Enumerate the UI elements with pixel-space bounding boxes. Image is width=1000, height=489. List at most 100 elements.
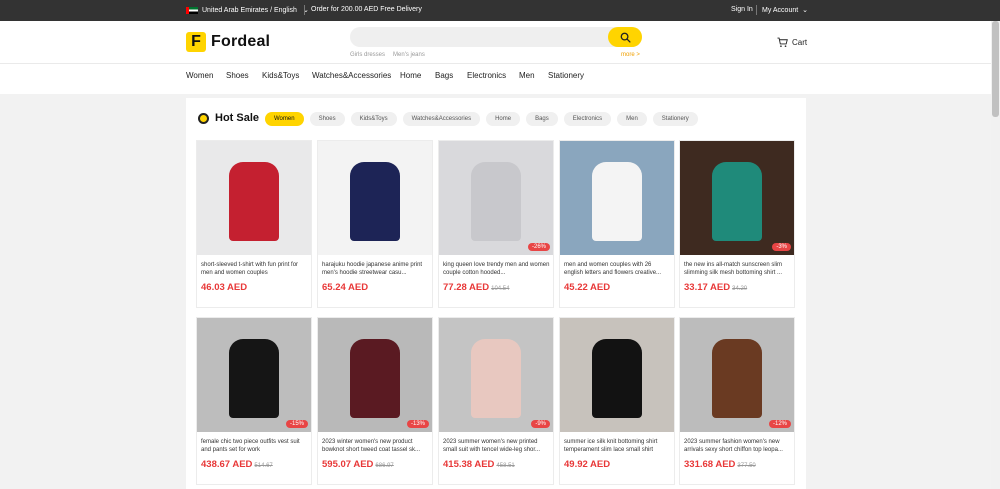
product-title: female chic two piece outfits vest suit …: [201, 439, 300, 453]
free-delivery-promo: Order for 200.00 AED Free Delivery: [311, 6, 422, 13]
tab-men[interactable]: Men: [617, 112, 647, 126]
product-price: 438.67 AED 514.67: [201, 459, 273, 470]
product-price: 415.38 AED 458.51: [443, 459, 515, 470]
product-image: -3%: [680, 141, 794, 255]
product-card[interactable]: -12% 2023 summer fashion women's new arr…: [679, 317, 795, 485]
product-image: -12%: [680, 318, 794, 432]
product-title: 2023 winter women's new product bowknot …: [322, 439, 421, 453]
product-title: short-sleeved t-shirt with fun print for…: [201, 262, 299, 276]
more-link[interactable]: more >: [621, 52, 640, 58]
current-price: 415.38 AED: [443, 459, 495, 470]
region-language-selector[interactable]: United Arab Emirates / English ⌄: [186, 6, 309, 14]
original-price: 458.51: [496, 463, 515, 469]
discount-badge: -15%: [285, 420, 308, 428]
cart-label: Cart: [792, 38, 808, 47]
product-card[interactable]: harajuku hoodie japanese anime print men…: [317, 140, 433, 308]
product-image: [318, 141, 432, 255]
tab-electronics[interactable]: Electronics: [563, 112, 612, 126]
current-price: 45.22 AED: [564, 282, 611, 293]
category-nav: Women Shoes Kids&Toys Watches&Accessorie…: [0, 63, 1000, 94]
product-card[interactable]: -9% 2023 summer women's new printed smal…: [438, 317, 554, 485]
current-price: 33.17 AED: [684, 282, 731, 293]
tab-home[interactable]: Home: [486, 112, 521, 126]
nav-item-bags[interactable]: Bags: [435, 71, 453, 80]
product-card[interactable]: -3% the new ins all-match sunscreen slim…: [679, 140, 795, 308]
nav-item-watches-accessories[interactable]: Watches&Accessories: [312, 71, 391, 80]
hot-sale-title: Hot Sale: [215, 112, 260, 124]
original-price: 34.20: [732, 286, 748, 292]
product-garment-shape: [349, 338, 401, 419]
tab-watches-accessories[interactable]: Watches&Accessories: [402, 112, 481, 126]
product-garment-shape: [591, 161, 643, 242]
current-price: 65.24 AED: [322, 282, 369, 293]
region-label: United Arab Emirates / English: [202, 6, 297, 14]
current-price: 331.68 AED: [684, 459, 736, 470]
sign-in-link[interactable]: Sign In: [731, 6, 753, 13]
product-card[interactable]: -13% 2023 winter women's new product bow…: [317, 317, 433, 485]
search-button[interactable]: [608, 27, 642, 47]
product-image: -13%: [318, 318, 432, 432]
nav-item-kids-toys[interactable]: Kids&Toys: [262, 71, 299, 80]
uae-flag-icon: [186, 6, 198, 14]
product-price: 331.68 AED 377.50: [684, 459, 756, 470]
product-card[interactable]: summer ice silk knit bottoming shirt tem…: [559, 317, 675, 485]
nav-item-men[interactable]: Men: [519, 71, 535, 80]
hot-word-link[interactable]: Girls dresses: [350, 52, 385, 58]
hot-sale-heading: Hot Sale: [198, 112, 259, 124]
product-title: 2023 summer women's new printed small su…: [443, 439, 541, 453]
hot-sale-panel: Hot Sale Women Shoes Kids&Toys Watches&A…: [186, 98, 806, 489]
product-card[interactable]: men and women couples with 26 english le…: [559, 140, 675, 308]
divider: [756, 5, 757, 15]
product-image: [197, 141, 311, 255]
product-price: 46.03 AED: [201, 282, 247, 293]
site-header: F Fordeal Girls dresses Men's jeans more…: [0, 21, 1000, 63]
my-account-menu[interactable]: My Account ⌄: [762, 6, 808, 14]
hot-sale-category-tabs: Women Shoes Kids&Toys Watches&Accessorie…: [265, 112, 698, 126]
scrollbar-thumb[interactable]: [992, 21, 999, 117]
product-image: -9%: [439, 318, 553, 432]
nav-item-electronics[interactable]: Electronics: [467, 71, 506, 80]
logo-text: Fordeal: [211, 33, 271, 50]
product-price: 49.92 AED: [564, 459, 610, 470]
product-garment-shape: [470, 338, 522, 419]
current-price: 77.28 AED: [443, 282, 490, 293]
product-card[interactable]: short-sleeved t-shirt with fun print for…: [196, 140, 312, 308]
nav-item-home[interactable]: Home: [400, 71, 421, 80]
discount-badge: -13%: [406, 420, 429, 428]
tab-kids-toys[interactable]: Kids&Toys: [350, 112, 397, 126]
cart-button[interactable]: Cart: [777, 37, 807, 48]
product-garment-shape: [591, 338, 643, 419]
top-bar: United Arab Emirates / English ⌄ Order f…: [0, 0, 1000, 21]
original-price: 514.67: [254, 463, 273, 469]
nav-item-women[interactable]: Women: [186, 71, 213, 80]
tab-shoes[interactable]: Shoes: [309, 112, 345, 126]
current-price: 46.03 AED: [201, 282, 248, 293]
product-title: summer ice silk knit bottoming shirt tem…: [564, 439, 658, 453]
product-card[interactable]: -26% king queen love trendy men and wome…: [438, 140, 554, 308]
search-bar[interactable]: [350, 27, 642, 47]
hot-sale-icon: [198, 112, 209, 124]
product-card[interactable]: -15% female chic two piece outfits vest …: [196, 317, 312, 485]
product-price: 33.17 AED 34.20: [684, 282, 747, 293]
discount-badge: -9%: [531, 420, 550, 428]
tab-stationery[interactable]: Stationery: [652, 112, 698, 126]
nav-item-shoes[interactable]: Shoes: [226, 71, 249, 80]
product-price: 77.28 AED 104.54: [443, 282, 509, 293]
product-garment-shape: [711, 338, 763, 419]
chevron-down-icon: ⌄: [802, 7, 809, 14]
tab-bags[interactable]: Bags: [526, 112, 558, 126]
hot-word-link[interactable]: Men's jeans: [393, 52, 425, 58]
product-garment-shape: [228, 161, 280, 242]
page-scrollbar[interactable]: [991, 21, 1000, 489]
product-garment-shape: [470, 161, 522, 242]
product-title: the new ins all-match sunscreen slim sli…: [684, 262, 783, 276]
nav-item-stationery[interactable]: Stationery: [548, 71, 584, 80]
product-title: 2023 summer fashion women's new arrivals…: [684, 439, 783, 453]
original-price: 686.97: [375, 463, 394, 469]
tab-women[interactable]: Women: [265, 112, 304, 126]
product-title: men and women couples with 26 english le…: [564, 262, 662, 276]
fordeal-logo[interactable]: F Fordeal: [186, 32, 270, 52]
current-price: 438.67 AED: [201, 459, 253, 470]
discount-badge: -12%: [768, 420, 791, 428]
hot-search-words: Girls dresses Men's jeans: [350, 52, 425, 58]
